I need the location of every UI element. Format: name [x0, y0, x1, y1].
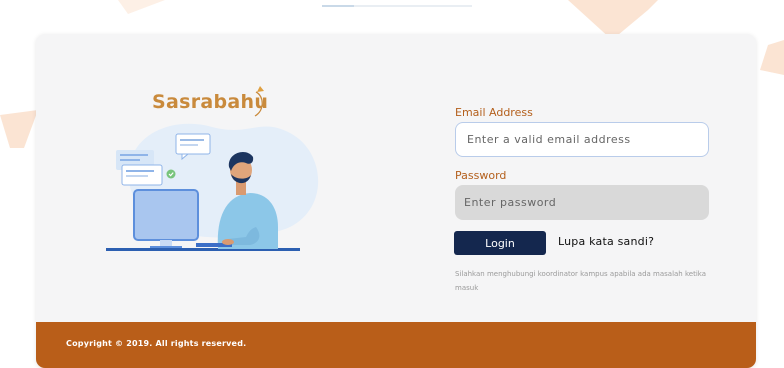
forgot-password-link[interactable]: Lupa kata sandi?	[558, 235, 654, 248]
check-circle-icon	[166, 169, 176, 179]
email-label: Email Address	[455, 106, 533, 119]
email-input[interactable]	[455, 122, 709, 157]
login-button[interactable]: Login	[454, 231, 546, 255]
footer: Copyright © 2019. All rights reserved.	[36, 322, 756, 368]
password-input[interactable]	[455, 185, 709, 220]
login-card: Sasrabahu Email Address Enter a valid em…	[36, 34, 756, 368]
top-progress-strip	[322, 5, 472, 7]
password-label: Password	[455, 169, 507, 182]
person-at-computer-illustration	[106, 123, 319, 251]
help-text: Silahkan menghubungi koordinator kampus …	[455, 270, 706, 292]
copyright-text: Copyright © 2019. All rights reserved.	[66, 339, 247, 348]
